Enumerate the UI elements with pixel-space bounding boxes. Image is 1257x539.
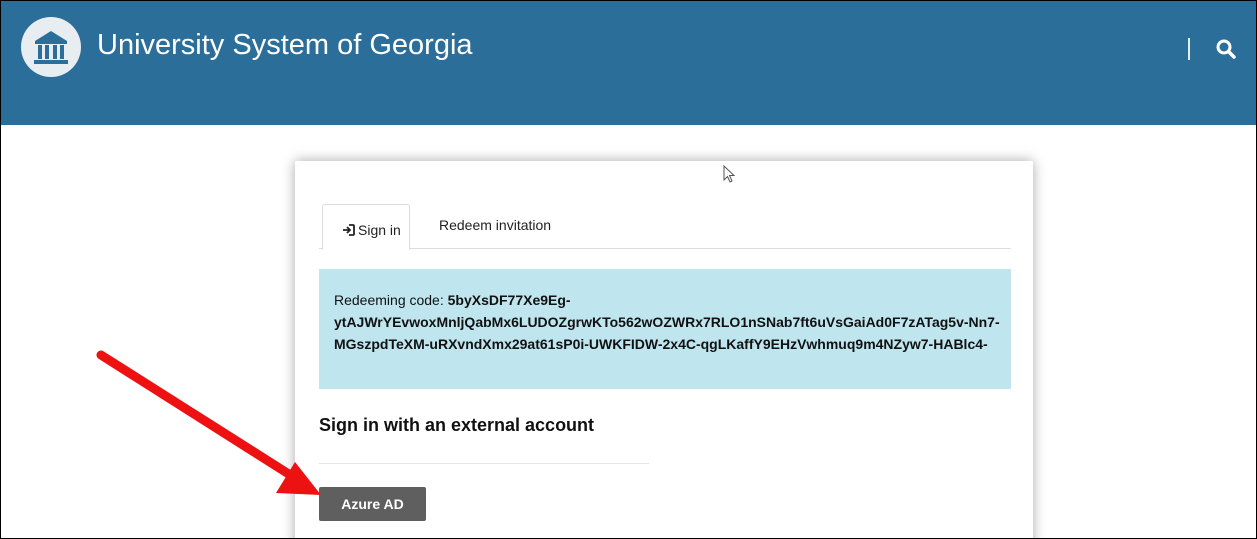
site-title[interactable]: University System of Georgia [97,29,473,62]
azure-ad-button[interactable]: Azure AD [319,487,426,521]
mouse-cursor-icon [723,164,737,190]
university-building-icon[interactable] [21,17,81,77]
tab-redeem-invitation[interactable]: Redeem invitation [425,204,585,248]
tab-sign-in[interactable]: Sign in [322,204,410,250]
site-header: University System of Georgia [1,1,1256,125]
header-divider [1188,38,1190,60]
redeem-code-prefix: Redeeming code: [334,292,448,308]
divider [319,463,649,464]
browser-frame: University System of Georgia Sign in Red… [0,0,1257,539]
external-account-heading: Sign in with an external account [319,415,595,435]
sign-in-icon [342,223,356,237]
redeem-code-notice: Redeeming code: 5byXsDF77Xe9Eg-ytAJWrYEv… [319,269,1011,389]
search-icon[interactable] [1215,38,1237,60]
tab-redeem-invitation-label: Redeem invitation [439,217,552,233]
tab-sign-in-label: Sign in [358,222,401,238]
redeem-code-text: Redeeming code: 5byXsDF77Xe9Eg-ytAJWrYEv… [334,289,1014,355]
tab-bar: Sign in Redeem invitation [319,204,1011,250]
